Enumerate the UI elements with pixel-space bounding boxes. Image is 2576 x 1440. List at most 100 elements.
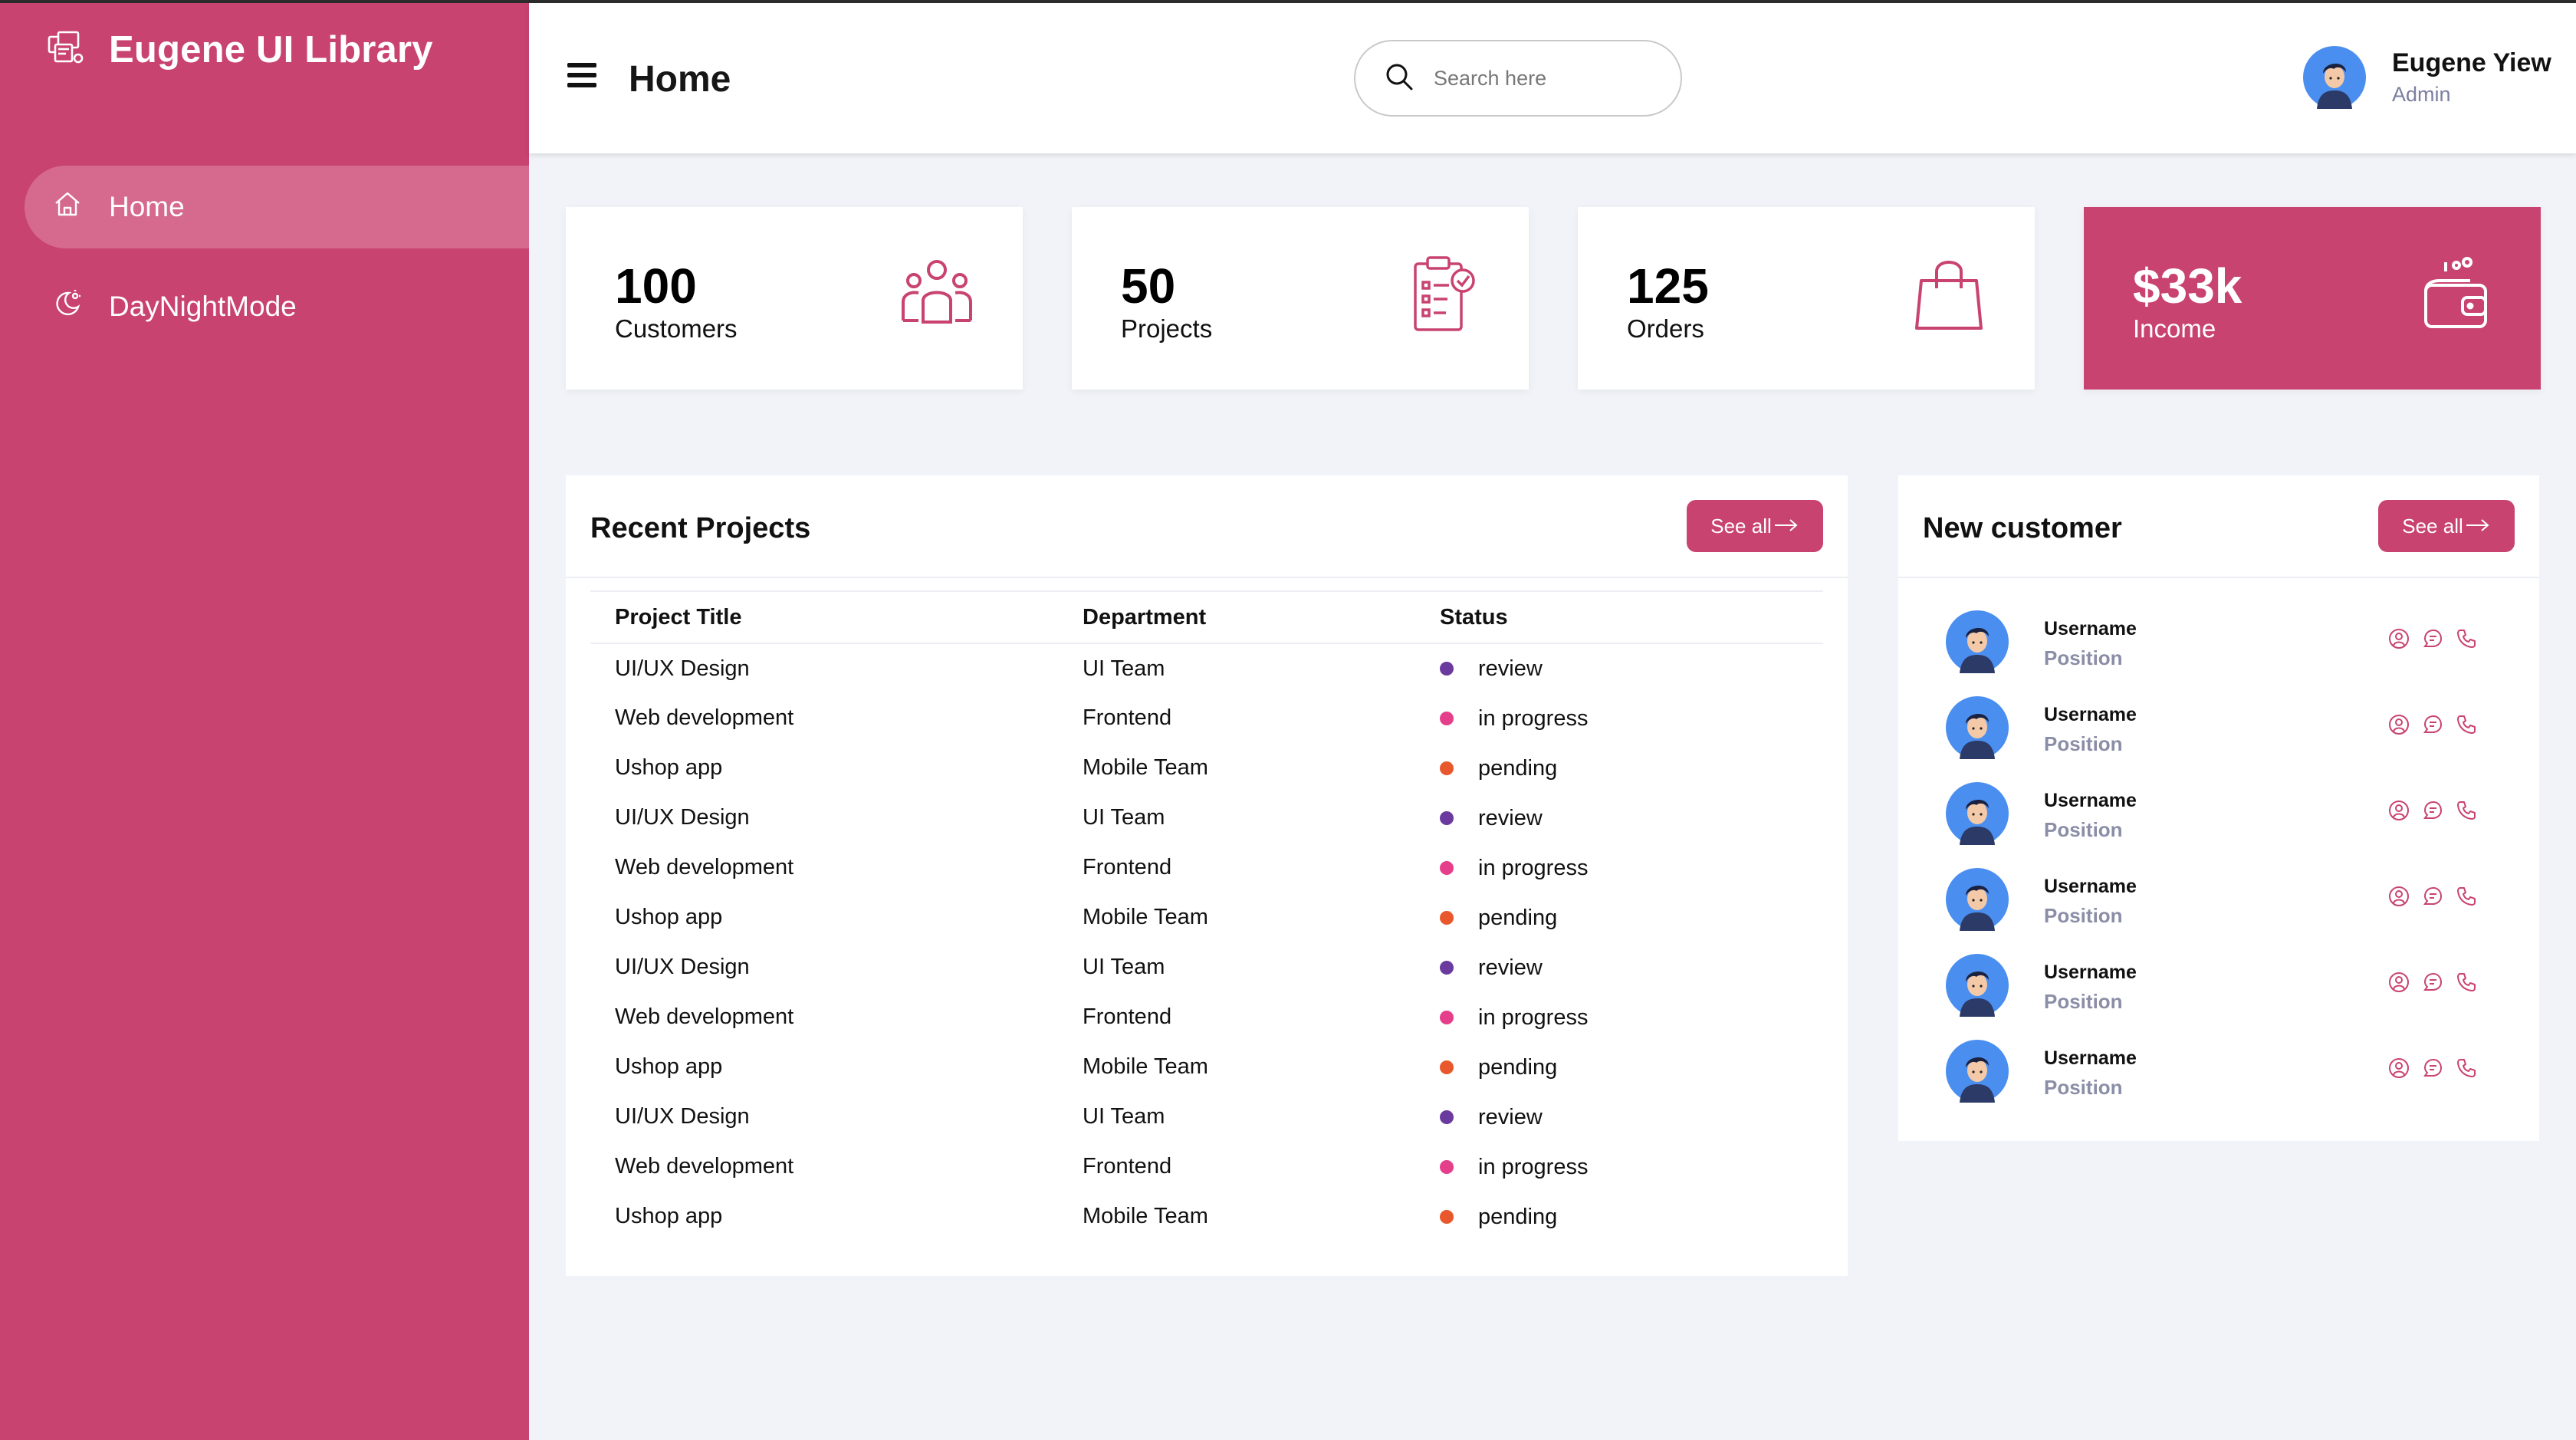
stat-card-customers[interactable]: 100 Customers bbox=[566, 207, 1023, 390]
avatar bbox=[1946, 1040, 2009, 1103]
list-item[interactable]: Username Position bbox=[1946, 696, 2482, 782]
brand[interactable]: Eugene UI Library bbox=[46, 28, 433, 71]
status-dot-icon bbox=[1440, 761, 1454, 775]
recent-projects-see-all-button[interactable]: See all bbox=[1687, 500, 1823, 552]
stat-card-orders[interactable]: 125 Orders bbox=[1578, 207, 2035, 390]
sidebar-item-home[interactable]: Home bbox=[25, 166, 529, 248]
recent-projects-panel: Recent Projects See all Project Title De… bbox=[566, 475, 1848, 1276]
avatar bbox=[1946, 954, 2009, 1017]
panel-title: New customer bbox=[1923, 512, 2122, 544]
status-text: in progress bbox=[1478, 705, 1589, 731]
status-text: pending bbox=[1478, 905, 1558, 930]
customer-name: Username bbox=[2044, 790, 2137, 811]
status-cell: review bbox=[1415, 1092, 1823, 1142]
wallet-icon bbox=[2417, 255, 2493, 334]
brand-icon bbox=[46, 28, 86, 71]
panel-title: Recent Projects bbox=[590, 512, 811, 544]
status-cell: in progress bbox=[1415, 992, 1823, 1042]
list-item[interactable]: Username Position bbox=[1946, 868, 2482, 954]
user-profile[interactable]: Eugene Yiew Admin bbox=[2303, 46, 2551, 109]
status-dot-icon bbox=[1440, 1010, 1454, 1024]
new-customer-see-all-button[interactable]: See all bbox=[2378, 500, 2515, 552]
profile-icon[interactable] bbox=[2377, 1057, 2410, 1083]
stat-card-projects[interactable]: 50 Projects bbox=[1072, 207, 1529, 390]
profile-icon[interactable] bbox=[2377, 713, 2410, 740]
table-row[interactable]: UI/UX Design UI Team review bbox=[590, 942, 1823, 992]
status-cell: in progress bbox=[1415, 843, 1823, 893]
list-item[interactable]: Username Position bbox=[1946, 782, 2482, 868]
table-row[interactable]: UI/UX Design UI Team review bbox=[590, 1092, 1823, 1142]
list-item[interactable]: Username Position bbox=[1946, 954, 2482, 1040]
phone-icon[interactable] bbox=[2444, 971, 2478, 998]
project-title-cell: Web development bbox=[615, 855, 794, 879]
status-text: review bbox=[1478, 1104, 1543, 1129]
day-night-icon bbox=[52, 288, 83, 326]
phone-icon[interactable] bbox=[2444, 799, 2478, 826]
department-cell: UI Team bbox=[1083, 1104, 1165, 1129]
stat-card-income[interactable]: $33k Income bbox=[2084, 207, 2541, 390]
department-cell: Frontend bbox=[1083, 705, 1172, 730]
list-item[interactable]: Username Position bbox=[1946, 1040, 2482, 1126]
customer-actions bbox=[2377, 713, 2478, 740]
project-title-cell: UI/UX Design bbox=[615, 656, 750, 681]
profile-icon[interactable] bbox=[2377, 627, 2410, 654]
search-input[interactable] bbox=[1434, 66, 1664, 90]
department-cell: Mobile Team bbox=[1083, 905, 1208, 929]
table-row[interactable]: Web development Frontend in progress bbox=[590, 992, 1823, 1042]
status-text: in progress bbox=[1478, 1154, 1589, 1179]
customer-list: Username Position Username Position Userna… bbox=[1946, 610, 2482, 1126]
profile-icon[interactable] bbox=[2377, 885, 2410, 912]
sidebar: Eugene UI Library Home DayNightMode bbox=[0, 0, 529, 1440]
department-cell: Mobile Team bbox=[1083, 1054, 1208, 1079]
phone-icon[interactable] bbox=[2444, 1057, 2478, 1083]
stat-label: Customers bbox=[615, 314, 738, 343]
status-dot-icon bbox=[1440, 711, 1454, 725]
message-icon[interactable] bbox=[2410, 1057, 2444, 1083]
phone-icon[interactable] bbox=[2444, 627, 2478, 654]
table-row[interactable]: UI/UX Design UI Team review bbox=[590, 793, 1823, 843]
customer-actions bbox=[2377, 971, 2478, 998]
message-icon[interactable] bbox=[2410, 885, 2444, 912]
status-dot-icon bbox=[1440, 1159, 1454, 1174]
department-cell: Frontend bbox=[1083, 855, 1172, 879]
customer-position: Position bbox=[2044, 646, 2123, 669]
stat-value: 100 bbox=[615, 258, 697, 314]
table-row[interactable]: Web development Frontend in progress bbox=[590, 1142, 1823, 1192]
status-cell: pending bbox=[1415, 1192, 1823, 1241]
list-item[interactable]: Username Position bbox=[1946, 610, 2482, 696]
avatar bbox=[1946, 696, 2009, 759]
search-box[interactable] bbox=[1354, 40, 1682, 117]
customer-position: Position bbox=[2044, 904, 2123, 927]
message-icon[interactable] bbox=[2410, 971, 2444, 998]
table-row[interactable]: UI/UX Design UI Team review bbox=[590, 643, 1823, 693]
shopping-bag-icon bbox=[1911, 255, 1987, 334]
column-header: Status bbox=[1415, 590, 1823, 644]
message-icon[interactable] bbox=[2410, 713, 2444, 740]
table-row[interactable]: Ushop app Mobile Team pending bbox=[590, 743, 1823, 793]
table-row[interactable]: Ushop app Mobile Team pending bbox=[590, 1042, 1823, 1092]
profile-icon[interactable] bbox=[2377, 799, 2410, 826]
menu-toggle-button[interactable] bbox=[567, 63, 596, 87]
department-cell: Mobile Team bbox=[1083, 755, 1208, 780]
home-icon bbox=[52, 189, 83, 226]
profile-icon[interactable] bbox=[2377, 971, 2410, 998]
user-role: Admin bbox=[2392, 83, 2451, 106]
new-customer-panel: New customer See all Username Position Us… bbox=[1898, 475, 2539, 1141]
phone-icon[interactable] bbox=[2444, 713, 2478, 740]
table-row[interactable]: Ushop app Mobile Team pending bbox=[590, 893, 1823, 942]
message-icon[interactable] bbox=[2410, 799, 2444, 826]
department-cell: UI Team bbox=[1083, 955, 1165, 979]
sidebar-item-daynightmode[interactable]: DayNightMode bbox=[25, 265, 529, 348]
avatar bbox=[2303, 46, 2366, 109]
search-icon bbox=[1383, 61, 1415, 97]
table-row[interactable]: Web development Frontend in progress bbox=[590, 843, 1823, 893]
table-row[interactable]: Ushop app Mobile Team pending bbox=[590, 1192, 1823, 1241]
phone-icon[interactable] bbox=[2444, 885, 2478, 912]
avatar bbox=[1946, 610, 2009, 673]
table-row[interactable]: Web development Frontend in progress bbox=[590, 693, 1823, 743]
sidebar-item-label: DayNightMode bbox=[109, 291, 297, 322]
status-dot-icon bbox=[1440, 1209, 1454, 1224]
status-text: pending bbox=[1478, 755, 1558, 781]
message-icon[interactable] bbox=[2410, 627, 2444, 654]
page-title: Home bbox=[629, 59, 731, 100]
